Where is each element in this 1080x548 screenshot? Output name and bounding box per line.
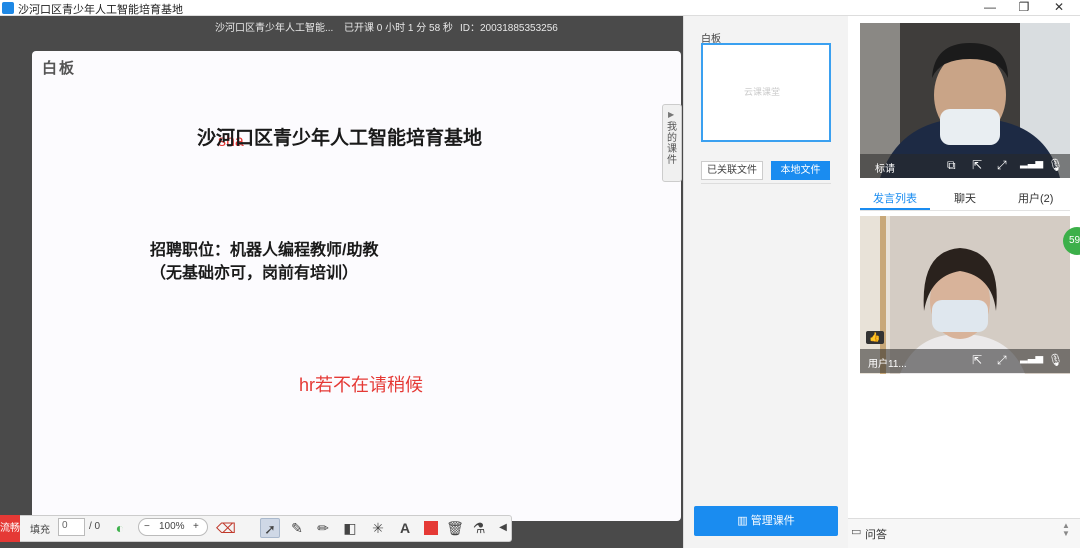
laser-tool-icon[interactable]: ✳ xyxy=(368,518,388,538)
tab-chat[interactable]: 聊天 xyxy=(954,190,976,206)
board-note-line: （无基础亦可，岗前有培训） xyxy=(150,265,359,282)
whiteboard-canvas[interactable] xyxy=(32,51,681,521)
eraser-leaf-icon[interactable]: ◐ xyxy=(110,518,130,538)
side-tab-arrow-icon: ▶ xyxy=(668,110,675,119)
divider xyxy=(701,183,831,184)
student-popout-icon[interactable]: ⇱ xyxy=(972,353,982,367)
page-input[interactable]: 0 xyxy=(58,518,85,536)
window-title: 沙河口区青少年人工智能培育基地 xyxy=(18,4,183,16)
broom-icon[interactable]: ⚗ xyxy=(469,518,489,538)
quality-tag[interactable]: 流畅 xyxy=(0,515,20,542)
tab-linked-files[interactable]: 已关联文件 xyxy=(701,161,763,180)
pen-tool-icon[interactable]: ✎ xyxy=(287,518,307,538)
student-video[interactable]: 👍 用户11... ⇱ ⤢ ▂▃▅ 🎙 xyxy=(860,216,1070,374)
board-job-line: 招聘职位：机器人编程教师/助教 xyxy=(150,242,379,259)
student-name: 用户11... xyxy=(868,359,907,370)
tab-divider xyxy=(860,210,1070,211)
zoom-out-button[interactable]: − xyxy=(144,521,150,532)
app-icon xyxy=(2,2,14,14)
thumbs-up-icon[interactable]: 👍 xyxy=(866,331,884,344)
tab-local-files[interactable]: 本地文件 xyxy=(771,161,830,180)
manage-icon: ▥ xyxy=(737,515,751,527)
fill-label: 填充 xyxy=(30,525,50,536)
fullscreen-icon[interactable]: ⤢ xyxy=(997,158,1007,173)
manage-courseware-button[interactable]: ▥ 管理课件 xyxy=(694,506,838,536)
board-title: 沙河口区青少年人工智能培育基地 xyxy=(197,128,483,149)
room-id: ID：20031885353256 xyxy=(460,23,558,34)
annotation-hr: hr若不在请稍候 xyxy=(299,375,424,395)
tab-speak-list[interactable]: 发言列表 xyxy=(873,190,917,206)
select-tool-icon[interactable]: ➚ xyxy=(260,518,280,538)
thumbnail-logo: 云课课堂 xyxy=(744,87,781,97)
maximize-button[interactable]: ❐ xyxy=(1009,0,1039,16)
teacher-video[interactable]: 标请 ⧉ ⇱ ⤢ ▂▃▅ 🎙 xyxy=(860,23,1070,178)
text-tool-icon[interactable]: A xyxy=(395,518,415,538)
popout-icon[interactable]: ⇱ xyxy=(972,158,982,172)
color-picker-icon[interactable] xyxy=(421,518,441,538)
zoom-in-button[interactable]: + xyxy=(193,521,199,532)
tab-users[interactable]: 用户(2) xyxy=(1018,190,1053,206)
close-button[interactable]: ✕ xyxy=(1044,0,1074,16)
qa-label: 问答 xyxy=(865,529,887,541)
zoom-level: 100% xyxy=(159,521,185,532)
student-fullscreen-icon[interactable]: ⤢ xyxy=(997,353,1007,368)
qa-icon: ▭ xyxy=(851,526,862,538)
marker-tool-icon[interactable]: ✏ xyxy=(313,518,333,538)
screen-share-icon[interactable]: ⧉ xyxy=(947,158,956,173)
collapse-toolbar-icon[interactable]: ◀ xyxy=(493,518,513,538)
minimize-button[interactable]: — xyxy=(975,0,1005,16)
student-microphone-icon[interactable]: 🎙 xyxy=(1048,353,1063,367)
side-tab-label: 我的课件 xyxy=(667,122,677,166)
signal-icon: ▂▃▅ xyxy=(1020,158,1044,169)
page-total: / 0 xyxy=(89,521,101,532)
whiteboard-label: 白板 xyxy=(42,60,77,77)
class-duration: 已开课 0 小时 1 分 58 秒 xyxy=(344,23,453,34)
room-name: 沙河口区青少年人工智能... xyxy=(215,23,334,34)
teacher-name: 标请 xyxy=(875,164,895,175)
student-signal-icon: ▂▃▅ xyxy=(1020,353,1044,364)
qa-expand-icon[interactable]: ▲ ▼ xyxy=(1062,522,1070,538)
manage-label: 管理课件 xyxy=(750,515,795,527)
microphone-icon[interactable]: 🎙 xyxy=(1048,158,1063,172)
clear-icon[interactable]: ⌫ xyxy=(216,518,236,538)
shape-tool-icon[interactable]: ◧ xyxy=(340,518,360,538)
trash-icon[interactable]: 🗑 xyxy=(445,518,465,538)
